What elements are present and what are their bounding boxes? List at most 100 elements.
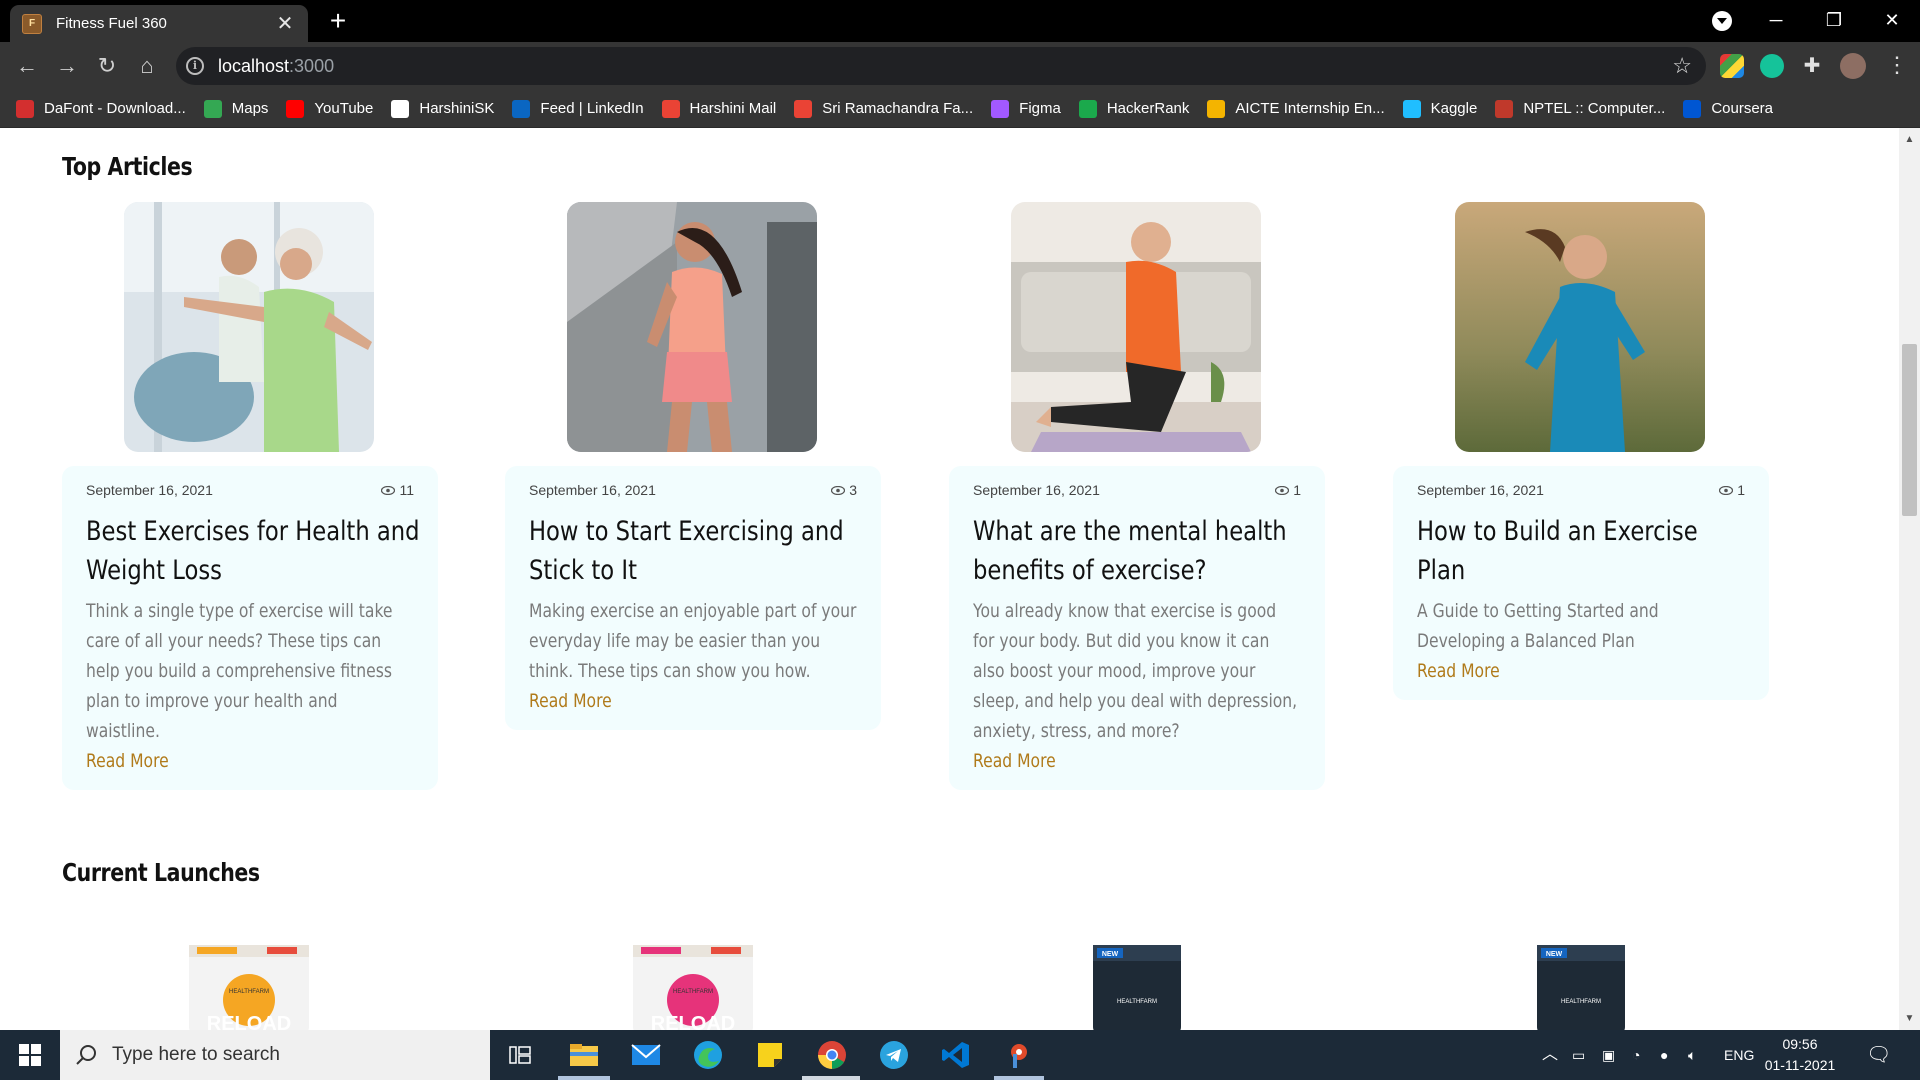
- bookmark-label: Feed | LinkedIn: [540, 100, 644, 117]
- bookmark-item[interactable]: HarshiniSK: [391, 94, 494, 124]
- active-indicator: [802, 1076, 860, 1080]
- bookmark-label: Kaggle: [1430, 100, 1478, 117]
- article-date: September 16, 2021: [86, 482, 213, 498]
- aicte-icon: [1207, 99, 1226, 118]
- volume-icon[interactable]: 🔈︎: [1688, 1030, 1696, 1080]
- chrome-icon[interactable]: [814, 1037, 850, 1073]
- bookmark-label: Coursera: [1711, 100, 1774, 117]
- home-icon[interactable]: ⌂: [130, 49, 164, 83]
- bookmark-label: AICTE Internship En...: [1235, 100, 1385, 117]
- notifications-icon[interactable]: 🗨︎: [1866, 1030, 1891, 1080]
- bookmark-item[interactable]: NPTEL :: Computer...: [1495, 94, 1665, 124]
- scroll-down-arrow-icon[interactable]: ▼: [1899, 1013, 1920, 1024]
- windows-logo-icon: [19, 1044, 41, 1066]
- launch-product-4[interactable]: NEW HEALTHFARM: [1519, 945, 1643, 1030]
- article-title[interactable]: Best Exercises for Health and Weight Los…: [86, 512, 422, 590]
- battery-icon[interactable]: ▭: [1572, 1030, 1585, 1080]
- minimize-icon[interactable]: ─: [1748, 0, 1804, 40]
- bookmark-item[interactable]: DaFont - Download...: [16, 94, 186, 124]
- bookmark-item[interactable]: Harshini Mail: [661, 94, 776, 124]
- reload-icon[interactable]: ↻: [90, 49, 124, 83]
- article-title[interactable]: How to Start Exercising and Stick to It: [529, 512, 865, 590]
- eye-icon: [381, 485, 396, 495]
- menu-kebab-icon[interactable]: ⋮: [1886, 51, 1908, 79]
- read-more-link[interactable]: Read More: [1417, 656, 1581, 686]
- gmail-icon: [794, 99, 813, 118]
- edge-icon[interactable]: [690, 1037, 726, 1073]
- tab-search-icon[interactable]: [1712, 11, 1732, 31]
- bookmark-label: Figma: [1019, 100, 1061, 117]
- bookmark-item[interactable]: Feed | LinkedIn: [512, 94, 644, 124]
- bookmark-item[interactable]: Figma: [991, 94, 1061, 124]
- read-more-link[interactable]: Read More: [86, 746, 250, 776]
- bookmark-item[interactable]: Coursera: [1683, 94, 1773, 124]
- article-body-1: September 16, 2021 11 Best Exercises for…: [62, 466, 438, 790]
- extensions-puzzle-icon[interactable]: ✚: [1800, 54, 1824, 78]
- mail-icon[interactable]: [628, 1037, 664, 1073]
- close-window-icon[interactable]: ✕: [1864, 0, 1920, 40]
- bookmark-item[interactable]: Sri Ramachandra Fa...: [794, 94, 973, 124]
- browser-titlebar: F Fitness Fuel 360 ✕ + ─ ❐ ✕: [0, 0, 1920, 42]
- article-image-4[interactable]: [1455, 202, 1705, 452]
- article-title[interactable]: What are the mental health benefits of e…: [973, 512, 1309, 590]
- launch-product-1[interactable]: HEALTHFARM RELOAD: [187, 945, 311, 1030]
- bookmark-item[interactable]: Maps: [203, 94, 268, 124]
- hackerrank-icon: [1078, 99, 1097, 118]
- back-icon[interactable]: ←: [10, 49, 44, 83]
- scroll-thumb[interactable]: [1902, 344, 1917, 516]
- bookmark-item[interactable]: Kaggle: [1402, 94, 1478, 124]
- figma-icon: [991, 99, 1010, 118]
- page-viewport: Top Articles September 16, 2021 11 Best …: [0, 128, 1899, 1030]
- wifi-icon[interactable]: ◔: [1632, 1030, 1640, 1080]
- app-tool-icon[interactable]: [1000, 1037, 1036, 1073]
- new-tab-button[interactable]: +: [322, 6, 354, 38]
- launch-product-2[interactable]: HEALTHFARM RELOAD: [631, 945, 755, 1030]
- telegram-tray-icon[interactable]: ●: [1660, 1030, 1668, 1080]
- bookmark-item[interactable]: AICTE Internship En...: [1207, 94, 1385, 124]
- scroll-up-arrow-icon[interactable]: ▲: [1899, 134, 1920, 145]
- telegram-icon[interactable]: [876, 1037, 912, 1073]
- tab-close-icon[interactable]: ✕: [274, 14, 296, 34]
- article-body-3: September 16, 2021 1 What are the mental…: [949, 466, 1325, 790]
- article-image-2[interactable]: [567, 202, 817, 452]
- restore-icon[interactable]: ❐: [1806, 0, 1862, 40]
- svg-text:HEALTHFARM: HEALTHFARM: [1117, 999, 1157, 1005]
- address-url[interactable]: localhost:3000: [218, 47, 334, 85]
- grammarly-icon[interactable]: [1760, 54, 1784, 78]
- bookmark-item[interactable]: YouTube: [286, 94, 373, 124]
- site-info-icon[interactable]: i: [186, 57, 204, 75]
- address-bar[interactable]: i localhost:3000 ☆: [176, 47, 1706, 85]
- show-hidden-icons-icon[interactable]: ︿: [1542, 1030, 1558, 1080]
- bookmark-label: HackerRank: [1106, 100, 1190, 117]
- display-icon[interactable]: ▣: [1602, 1030, 1615, 1080]
- maps-icon: [203, 99, 222, 118]
- sticky-notes-icon[interactable]: [752, 1037, 788, 1073]
- bookmark-item[interactable]: HackerRank: [1078, 94, 1190, 124]
- article-image-1[interactable]: [124, 202, 374, 452]
- extension-grid-icon[interactable]: [1720, 54, 1744, 78]
- taskbar-search-placeholder: Type here to search: [112, 1044, 280, 1065]
- coursera-icon: [1683, 99, 1702, 118]
- forward-icon[interactable]: →: [50, 49, 84, 83]
- taskbar-clock[interactable]: 09:56 01-11-2021: [1760, 1034, 1840, 1076]
- page-scrollbar[interactable]: ▲ ▼: [1899, 128, 1920, 1030]
- bookmark-label: NPTEL :: Computer...: [1523, 100, 1666, 117]
- bookmark-star-icon[interactable]: ☆: [1672, 47, 1692, 85]
- read-more-link[interactable]: Read More: [529, 686, 693, 716]
- task-view-icon[interactable]: [502, 1037, 538, 1073]
- language-indicator[interactable]: ENG: [1724, 1030, 1754, 1080]
- browser-tab-active[interactable]: F Fitness Fuel 360 ✕: [10, 5, 308, 42]
- taskbar-search[interactable]: Type here to search: [60, 1030, 490, 1080]
- article-image-3[interactable]: [1011, 202, 1261, 452]
- article-title[interactable]: How to Build an Exercise Plan: [1417, 512, 1753, 590]
- file-explorer-icon[interactable]: [566, 1037, 602, 1073]
- vscode-icon[interactable]: [938, 1037, 974, 1073]
- launch-product-3[interactable]: NEW HEALTHFARM: [1075, 945, 1199, 1030]
- article-views: 3: [831, 482, 857, 498]
- read-more-link[interactable]: Read More: [973, 746, 1137, 776]
- article-views: 1: [1719, 482, 1745, 498]
- profile-avatar[interactable]: [1840, 53, 1866, 79]
- eye-icon: [1719, 485, 1734, 495]
- start-button[interactable]: [0, 1030, 60, 1080]
- svg-text:NEW: NEW: [1546, 951, 1563, 958]
